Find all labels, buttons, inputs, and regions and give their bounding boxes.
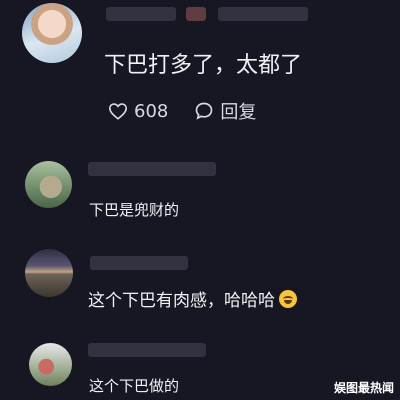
comment-1-avatar[interactable] [22, 3, 82, 63]
like-count: 608 [134, 100, 169, 122]
comment-text: 下巴打多了，太都了 [104, 53, 303, 78]
comment-text: 这个下巴做的 [89, 377, 180, 395]
laughing-emoji-icon [279, 289, 297, 308]
watermark: 娱图最热闻 [333, 381, 394, 395]
blurred-username [88, 162, 216, 176]
like-button[interactable]: 608 [108, 101, 168, 122]
comment-text: 这个下巴有肉感，哈哈哈 [88, 286, 297, 311]
comment-actions: 608 回复 [108, 98, 256, 124]
speech-bubble-icon [194, 101, 214, 121]
reply-label: 回复 [220, 102, 257, 123]
blurred-username [106, 7, 176, 21]
comment-4-avatar[interactable] [29, 343, 72, 386]
blurred-username [90, 256, 188, 270]
comment-text-content: 这个下巴有肉感，哈哈哈 [88, 291, 275, 311]
comment-2-avatar[interactable] [25, 161, 72, 208]
comment-text: 下巴是兜财的 [89, 201, 180, 219]
heart-icon [108, 102, 128, 120]
blurred-username [218, 7, 308, 21]
comment-3-avatar[interactable] [25, 249, 73, 297]
reply-button[interactable]: 回复 [194, 98, 256, 124]
blurred-username [186, 7, 206, 21]
blurred-username [88, 343, 206, 357]
